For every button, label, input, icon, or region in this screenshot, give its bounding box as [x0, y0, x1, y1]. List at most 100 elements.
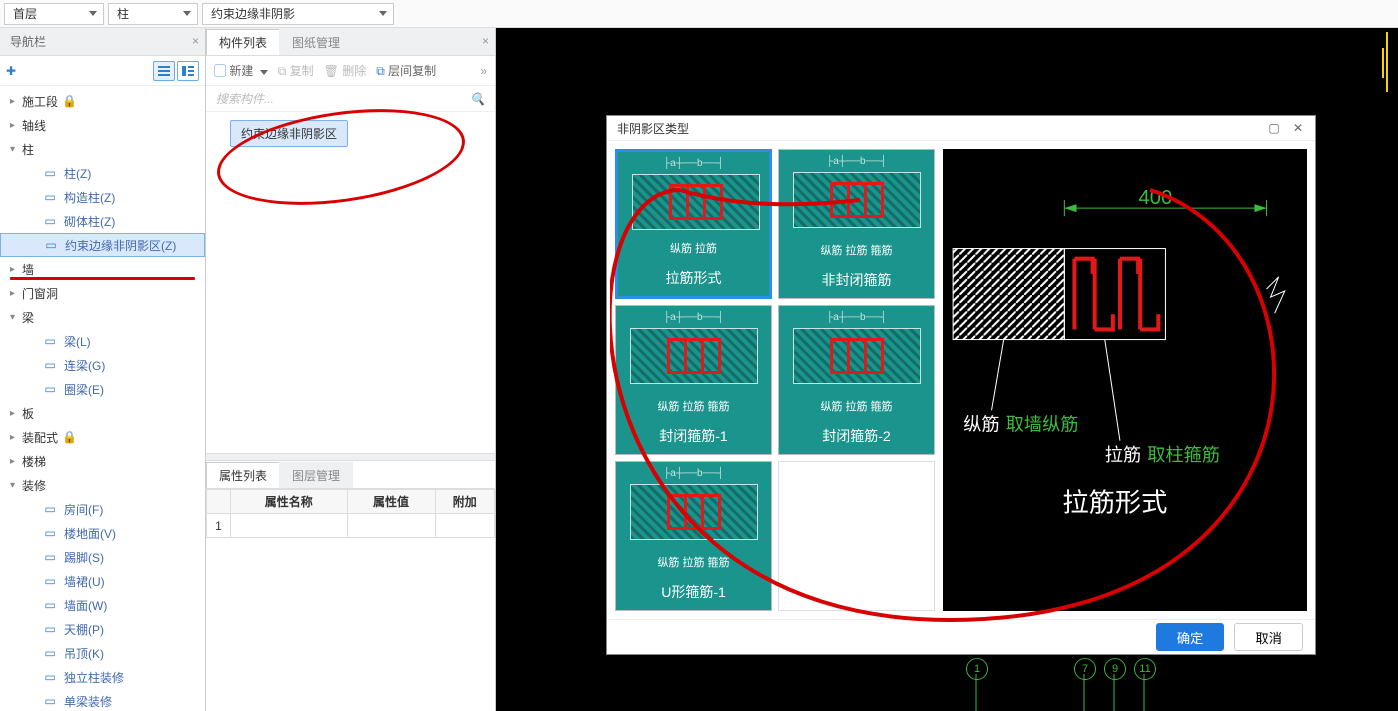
type-thumbnail[interactable]: ├a┼──b──┤ 纵筋 拉筋 箍筋封闭箍筋-2	[778, 305, 935, 455]
ruler-mark	[1382, 48, 1384, 78]
expand-icon: ▸	[10, 120, 22, 131]
thumbnail-diagram	[632, 174, 760, 230]
panel-splitter[interactable]	[206, 453, 495, 461]
navigation-panel: 导航栏 × ✚ ▸施工段 🔒▸轴线▾柱▭柱(Z)▭构造柱(Z)▭砌体柱(Z)▭约…	[0, 28, 206, 711]
expand-icon: ▸	[10, 288, 22, 299]
tree-node-label: 柱	[22, 141, 34, 158]
tab-drawing-management[interactable]: 图纸管理	[279, 29, 353, 55]
rownum-cell: 1	[207, 514, 231, 538]
tree-child[interactable]: ▭墙裙(U)	[0, 569, 205, 593]
layer-copy-button[interactable]: ⧉ 层间复制	[376, 62, 436, 79]
tree-node-label: 楼梯	[22, 453, 46, 470]
element-icon: ▭	[42, 357, 58, 373]
element-icon: ▭	[42, 525, 58, 541]
tree-child[interactable]: ▭砌体柱(Z)	[0, 209, 205, 233]
expand-icon: ▸	[10, 96, 22, 107]
close-icon[interactable]: ×	[192, 34, 199, 48]
new-icon: ▢	[214, 64, 226, 78]
close-icon[interactable]: ×	[482, 34, 489, 48]
dim-label: ├a┼──b──┤	[779, 312, 934, 323]
ok-button[interactable]: 确定	[1156, 623, 1225, 651]
dialog-titlebar[interactable]: 非阴影区类型 ▢ ✕	[607, 116, 1315, 141]
tree-node[interactable]: ▾梁	[0, 305, 205, 329]
tree-child[interactable]: ▭构造柱(Z)	[0, 185, 205, 209]
tree-child-label: 墙面(W)	[64, 597, 107, 614]
tree-child[interactable]: ▭ 墙面(W)	[0, 593, 205, 617]
tab-property-list[interactable]: 属性列表	[206, 462, 280, 488]
tree-node[interactable]: ▸门窗洞	[0, 281, 205, 305]
component-item[interactable]: 约束边缘非阴影区	[230, 120, 348, 147]
list-view-toggle[interactable]	[153, 61, 175, 81]
more-icon[interactable]: »	[480, 64, 487, 78]
nav-header: 导航栏 ×	[0, 28, 205, 56]
dim-label: ├a┼──b──┤	[616, 312, 771, 323]
subtype-dropdown-label: 约束边缘非阴影	[211, 5, 295, 22]
tree-child-label: 楼地面(V)	[64, 525, 116, 542]
element-icon: ▭	[42, 621, 58, 637]
tree-node[interactable]: ▸楼梯	[0, 449, 205, 473]
delete-button: 🗑 删除	[324, 62, 367, 79]
component-toolbar: ▢ 新建 ⧉ 复制 🗑 删除 ⧉ 层间复制 »	[206, 56, 495, 86]
tree-child[interactable]: ▭ 楼地面(V)	[0, 521, 205, 545]
cancel-button[interactable]: 取消	[1234, 623, 1303, 651]
thumbnail-sublabel: 纵筋 拉筋 箍筋	[779, 398, 934, 414]
tree-node[interactable]: ▸板	[0, 401, 205, 425]
tree-child[interactable]: ▭柱(Z)	[0, 161, 205, 185]
layer-copy-icon: ⧉	[376, 64, 385, 78]
tree-node[interactable]: ▸轴线	[0, 113, 205, 137]
component-search[interactable]: 搜索构件... 🔍	[206, 86, 495, 112]
tree-child[interactable]: ▭ 连梁(G)	[0, 353, 205, 377]
search-icon: 🔍	[470, 92, 485, 106]
expand-icon: ▾	[10, 144, 22, 155]
tree-child[interactable]: ▭踢脚(S)	[0, 545, 205, 569]
tree-node[interactable]: ▾柱	[0, 137, 205, 161]
tree-child[interactable]: ▭吊顶(K)	[0, 641, 205, 665]
tree-child-label: 梁(L)	[64, 333, 91, 350]
thumbnail-diagram	[630, 484, 758, 540]
copy-icon: ⧉	[278, 64, 287, 78]
tree-child[interactable]: ▭约束边缘非阴影区(Z)	[0, 233, 205, 257]
tree-node[interactable]: ▸装配式 🔒	[0, 425, 205, 449]
tab-component-list[interactable]: 构件列表	[206, 29, 280, 55]
thumbnail-title: 封闭箍筋-2	[822, 426, 890, 446]
type-thumbnail[interactable]: ├a┼──b──┤纵筋 拉筋拉筋形式	[615, 149, 772, 299]
tree-child[interactable]: ▭圈梁(E)	[0, 377, 205, 401]
add-icon[interactable]: ✚	[6, 64, 16, 78]
tree-child[interactable]: ▭单梁装修	[0, 689, 205, 711]
component-tabs: 构件列表 图纸管理 ×	[206, 28, 495, 56]
tree-node[interactable]: ▸施工段 🔒	[0, 89, 205, 113]
thumbnail-title: 拉筋形式	[666, 268, 722, 288]
tree-node-label: 施工段	[22, 93, 58, 110]
tree-child-label: 踢脚(S)	[64, 549, 104, 566]
tree-node[interactable]: ▾装修	[0, 473, 205, 497]
chevron-down-icon	[89, 11, 97, 16]
property-table: 属性名称 属性值 附加 1	[206, 489, 495, 538]
prop-value-header: 属性值	[347, 490, 435, 514]
tree-child[interactable]: ▭ 天棚(P)	[0, 617, 205, 641]
subtype-dropdown[interactable]: 约束边缘非阴影	[202, 3, 394, 25]
new-button[interactable]: ▢ 新建	[214, 62, 268, 79]
tree-node[interactable]: ▸墙	[0, 257, 205, 281]
tree-child-label: 天棚(P)	[64, 621, 104, 638]
type-thumbnail[interactable]: ├a┼──b──┤纵筋 拉筋 箍筋封闭箍筋-1	[615, 305, 772, 455]
detail-view-toggle[interactable]	[177, 61, 199, 81]
table-row[interactable]: 1	[207, 514, 495, 538]
element-icon: ▭	[42, 597, 58, 613]
category-dropdown[interactable]: 柱	[108, 3, 198, 25]
maximize-icon[interactable]: ▢	[1267, 121, 1281, 135]
tab-layer-management[interactable]: 图层管理	[279, 462, 353, 488]
type-thumbnail[interactable]: ├a┼──b──┤纵筋 拉筋 箍筋非封闭箍筋	[778, 149, 935, 299]
thumbnail-diagram	[630, 328, 758, 384]
tree-child[interactable]: ▭梁(L)	[0, 329, 205, 353]
element-icon: ▭	[42, 669, 58, 685]
tree-node-label: 轴线	[22, 117, 46, 134]
tree-child[interactable]: ▭独立柱装修	[0, 665, 205, 689]
tree-child[interactable]: ▭房间(F)	[0, 497, 205, 521]
delete-icon: 🗑	[324, 64, 339, 78]
close-icon[interactable]: ✕	[1291, 121, 1305, 135]
floor-dropdown[interactable]: 首层	[4, 3, 104, 25]
tree-child-label: 连梁(G)	[64, 357, 105, 374]
type-thumbnail[interactable]: ├a┼──b──┤纵筋 拉筋 箍筋U形箍筋-1	[615, 461, 772, 611]
tree-node-label: 装配式	[22, 429, 58, 446]
tree-node-label: 装修	[22, 477, 46, 494]
